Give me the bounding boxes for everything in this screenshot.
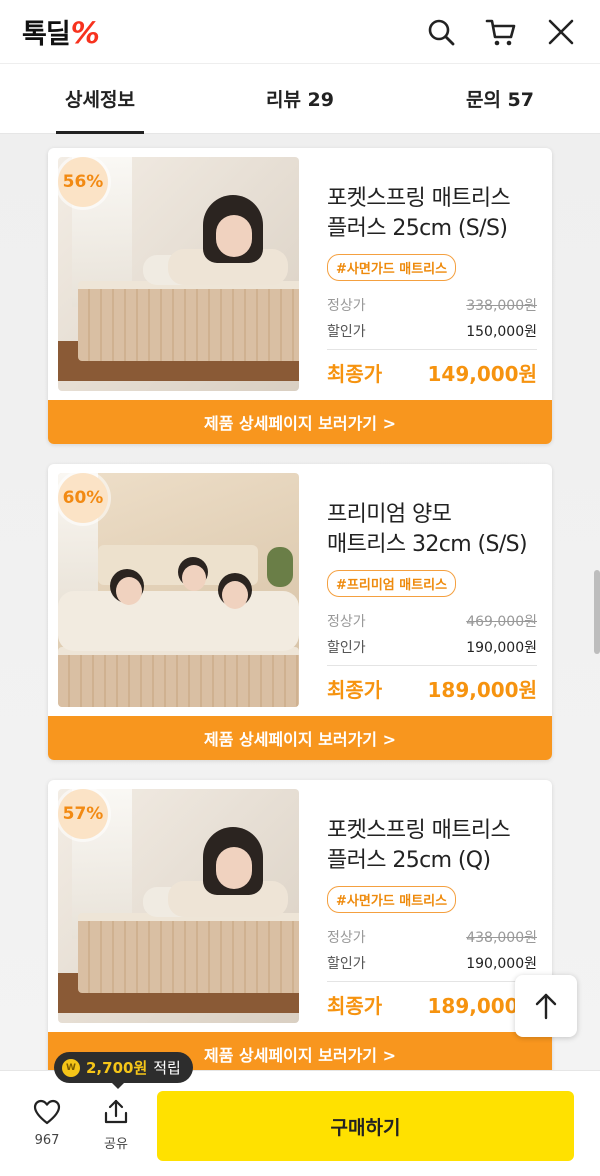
view-product-button[interactable]: 제품 상세페이지 보러가기 > — [48, 716, 552, 760]
share-button[interactable]: 공유 — [91, 1099, 141, 1152]
sale-price-label: 할인가 — [327, 324, 366, 340]
scroll-top-button[interactable] — [515, 975, 577, 1037]
tab-reviews[interactable]: 리뷰 29 — [200, 64, 400, 133]
detail-tabs: 상세정보 리뷰 29 문의 57 — [0, 64, 600, 134]
heart-icon — [33, 1099, 61, 1125]
final-price: 189,000원 — [427, 678, 538, 702]
bottom-action-bar: 967 공유 구매하기 — [0, 1070, 600, 1176]
view-product-button[interactable]: 제품 상세페이지 보러가기 > — [48, 400, 552, 444]
normal-price: 338,000원 — [466, 298, 537, 314]
buy-button[interactable]: 구매하기 — [157, 1091, 574, 1161]
discount-badge: 60% — [58, 473, 108, 523]
normal-price: 438,000원 — [466, 930, 537, 946]
sale-price: 150,000원 — [466, 324, 537, 340]
product-card: 60% 프리미엄 양모 매트리스 32cm (S/S) #프리미엄 매트리스 정… — [48, 464, 552, 760]
discount-badge: 56% — [58, 157, 108, 207]
sale-price: 190,000원 — [466, 956, 537, 972]
like-button[interactable]: 967 — [22, 1099, 72, 1148]
product-tag: #프리미엄 매트리스 — [327, 570, 457, 597]
final-price-label: 최종가 — [327, 994, 383, 1018]
tab-details[interactable]: 상세정보 — [0, 64, 200, 134]
discount-badge: 57% — [58, 789, 108, 839]
coin-icon: W — [62, 1058, 80, 1077]
normal-price-label: 정상가 — [327, 298, 366, 314]
normal-price-label: 정상가 — [327, 614, 366, 630]
scrollbar-thumb[interactable] — [594, 570, 600, 654]
sale-price: 190,000원 — [466, 640, 537, 656]
tab-inquiries[interactable]: 문의 57 — [400, 64, 600, 133]
close-icon[interactable] — [544, 15, 578, 49]
logo-text: 톡딜 — [22, 19, 71, 50]
final-price: 149,000원 — [427, 362, 538, 386]
divider — [327, 981, 537, 982]
normal-price-label: 정상가 — [327, 930, 366, 946]
divider — [327, 665, 537, 666]
reward-amount: 2,700원 — [86, 1059, 148, 1077]
reward-suffix: 적립 — [153, 1059, 181, 1077]
product-tag: #사면가드 매트리스 — [327, 886, 457, 913]
final-price-label: 최종가 — [327, 678, 383, 702]
app-header: 톡딜 % — [0, 0, 600, 64]
sale-price-label: 할인가 — [327, 640, 366, 656]
logo[interactable]: 톡딜 % — [22, 12, 100, 51]
product-card: 57% 포켓스프링 매트리스 플러스 25cm (Q) #사면가드 매트리스 정… — [48, 780, 552, 1070]
product-title: 포켓스프링 매트리스 플러스 25cm (S/S) — [327, 186, 511, 241]
logo-mark: % — [70, 16, 100, 50]
product-title: 포켓스프링 매트리스 플러스 25cm (Q) — [327, 818, 511, 873]
sale-price-label: 할인가 — [327, 956, 366, 972]
product-title: 프리미엄 양모 매트리스 32cm (S/S) — [327, 502, 528, 557]
product-card: 56% 포켓스프링 매트리스 플러스 25cm (S/S) #사면가드 매트리스… — [48, 148, 552, 444]
search-icon[interactable] — [424, 15, 458, 49]
product-tag: #사면가드 매트리스 — [327, 254, 457, 281]
final-price-label: 최종가 — [327, 362, 383, 386]
cart-icon[interactable] — [484, 15, 518, 49]
arrow-up-icon — [535, 993, 557, 1020]
product-detail-content[interactable]: 56% 포켓스프링 매트리스 플러스 25cm (S/S) #사면가드 매트리스… — [0, 134, 600, 1070]
share-icon — [104, 1099, 128, 1124]
normal-price: 469,000원 — [466, 614, 537, 630]
reward-tooltip: W 2,700원 적립 — [54, 1052, 193, 1089]
divider — [327, 349, 537, 350]
share-label: 공유 — [104, 1137, 128, 1152]
like-count: 967 — [34, 1133, 60, 1148]
